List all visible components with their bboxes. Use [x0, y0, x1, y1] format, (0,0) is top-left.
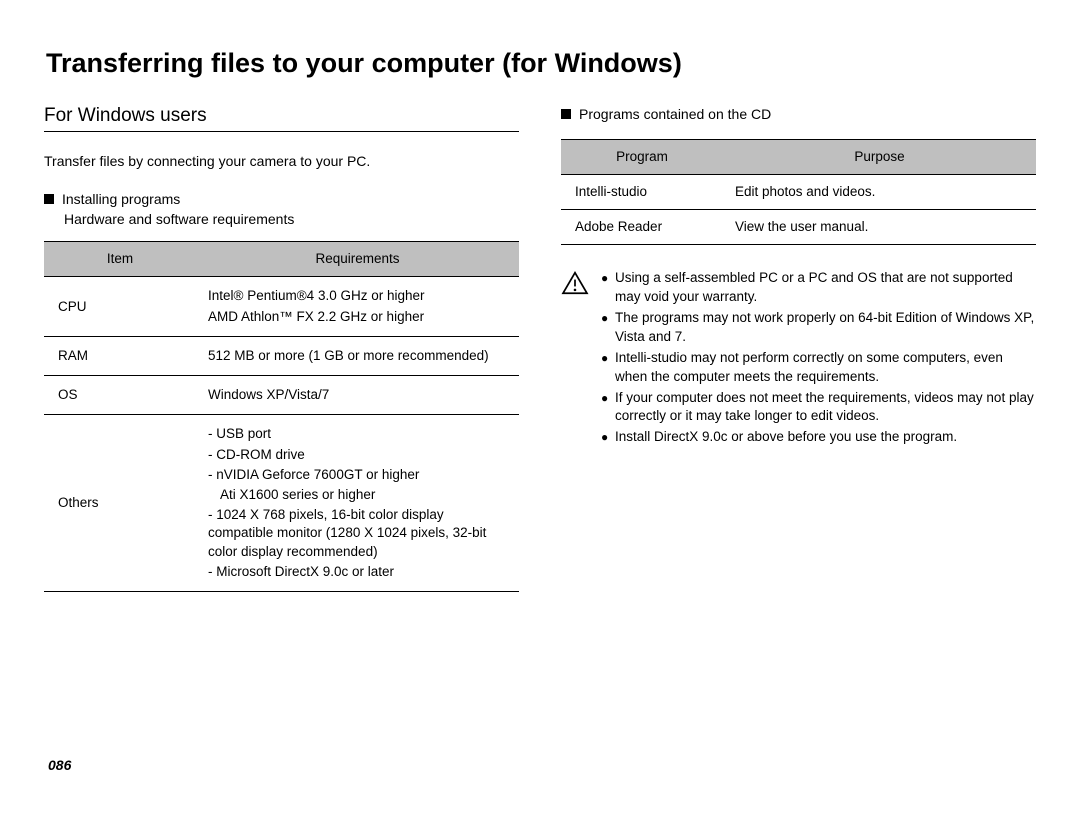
table-cell-program: Intelli-studio — [561, 174, 723, 209]
table-cell-item: Others — [44, 415, 196, 592]
table-cell-requirement: 512 MB or more (1 GB or more recommended… — [196, 336, 519, 375]
list-item: ●The programs may not work properly on 6… — [601, 309, 1036, 347]
page-title: Transferring files to your computer (for… — [46, 48, 1036, 79]
table-header: Requirements — [196, 242, 519, 277]
content-columns: For Windows users Transfer files by conn… — [44, 105, 1036, 592]
table-cell-purpose: Edit photos and videos. — [723, 174, 1036, 209]
square-bullet-icon — [44, 194, 54, 204]
requirements-table: Item Requirements CPUIntel® Pentium®4 3.… — [44, 241, 519, 592]
intro-text: Transfer files by connecting your camera… — [44, 152, 519, 172]
sub-heading-label: Installing programs — [62, 191, 180, 207]
list-item: ●Install DirectX 9.0c or above before yo… — [601, 428, 1036, 447]
requirement-line: Ati X1600 series or higher — [208, 486, 509, 504]
square-bullet-icon — [561, 109, 571, 119]
requirement-line: AMD Athlon™ FX 2.2 GHz or higher — [208, 308, 509, 326]
warning-text: If your computer does not meet the requi… — [615, 389, 1036, 427]
requirement-line: 512 MB or more (1 GB or more recommended… — [208, 347, 509, 365]
warning-text: Intelli-studio may not perform correctly… — [615, 349, 1036, 387]
warning-text: The programs may not work properly on 64… — [615, 309, 1036, 347]
sub-heading-installing: Installing programs — [44, 190, 519, 210]
table-cell-item: CPU — [44, 277, 196, 336]
table-row: CPU Intel® Pentium®4 3.0 GHz or higher AMD… — [44, 277, 519, 336]
page-number: 086 — [48, 757, 71, 773]
table-cell-purpose: View the user manual. — [723, 210, 1036, 245]
requirement-line: Intel® Pentium®4 3.0 GHz or higher — [208, 287, 509, 305]
requirement-line: - USB port — [208, 425, 509, 443]
table-header: Program — [561, 139, 723, 174]
requirement-line: - Microsoft DirectX 9.0c or later — [208, 563, 509, 581]
warning-text: Install DirectX 9.0c or above before you… — [615, 428, 1036, 447]
sub-heading-programs: Programs contained on the CD — [561, 105, 1036, 125]
list-item: ●Intelli-studio may not perform correctl… — [601, 349, 1036, 387]
section-heading: For Windows users — [44, 105, 519, 132]
table-cell-item: OS — [44, 376, 196, 415]
table-cell-program: Adobe Reader — [561, 210, 723, 245]
manual-page: Transferring files to your computer (for… — [0, 0, 1080, 815]
bullet-icon: ● — [601, 309, 615, 347]
table-header: Purpose — [723, 139, 1036, 174]
left-column: For Windows users Transfer files by conn… — [44, 105, 519, 592]
bullet-icon: ● — [601, 428, 615, 447]
sub-heading-label: Programs contained on the CD — [579, 106, 771, 122]
table-row: OS Windows XP/Vista/7 — [44, 376, 519, 415]
sub-heading-secondary: Hardware and software requirements — [64, 211, 519, 227]
warning-block: ●Using a self-assembled PC or a PC and O… — [561, 269, 1036, 449]
table-row: Adobe ReaderView the user manual. — [561, 210, 1036, 245]
list-item: ●If your computer does not meet the requ… — [601, 389, 1036, 427]
warning-icon — [561, 271, 589, 295]
requirement-line: Windows XP/Vista/7 — [208, 386, 509, 404]
right-column: Programs contained on the CD Program Pur… — [561, 105, 1036, 592]
table-row: RAM 512 MB or more (1 GB or more recommen… — [44, 336, 519, 375]
table-cell-item: RAM — [44, 336, 196, 375]
requirement-line: - nVIDIA Geforce 7600GT or higher — [208, 466, 509, 484]
bullet-icon: ● — [601, 389, 615, 427]
bullet-icon: ● — [601, 349, 615, 387]
warning-text: Using a self-assembled PC or a PC and OS… — [615, 269, 1036, 307]
table-cell-requirement: Windows XP/Vista/7 — [196, 376, 519, 415]
warning-list: ●Using a self-assembled PC or a PC and O… — [601, 269, 1036, 449]
table-row: Others - USB port - CD-ROM drive - nVIDIA G… — [44, 415, 519, 592]
table-cell-requirement: - USB port - CD-ROM drive - nVIDIA Geforce… — [196, 415, 519, 592]
table-row: Intelli-studioEdit photos and videos. — [561, 174, 1036, 209]
list-item: ●Using a self-assembled PC or a PC and O… — [601, 269, 1036, 307]
bullet-icon: ● — [601, 269, 615, 307]
requirement-line: - 1024 X 768 pixels, 16-bit color displa… — [208, 506, 509, 561]
table-header: Item — [44, 242, 196, 277]
table-cell-requirement: Intel® Pentium®4 3.0 GHz or higher AMD At… — [196, 277, 519, 336]
requirement-line: - CD-ROM drive — [208, 446, 509, 464]
programs-table: Program Purpose Intelli-studioEdit photo… — [561, 139, 1036, 246]
